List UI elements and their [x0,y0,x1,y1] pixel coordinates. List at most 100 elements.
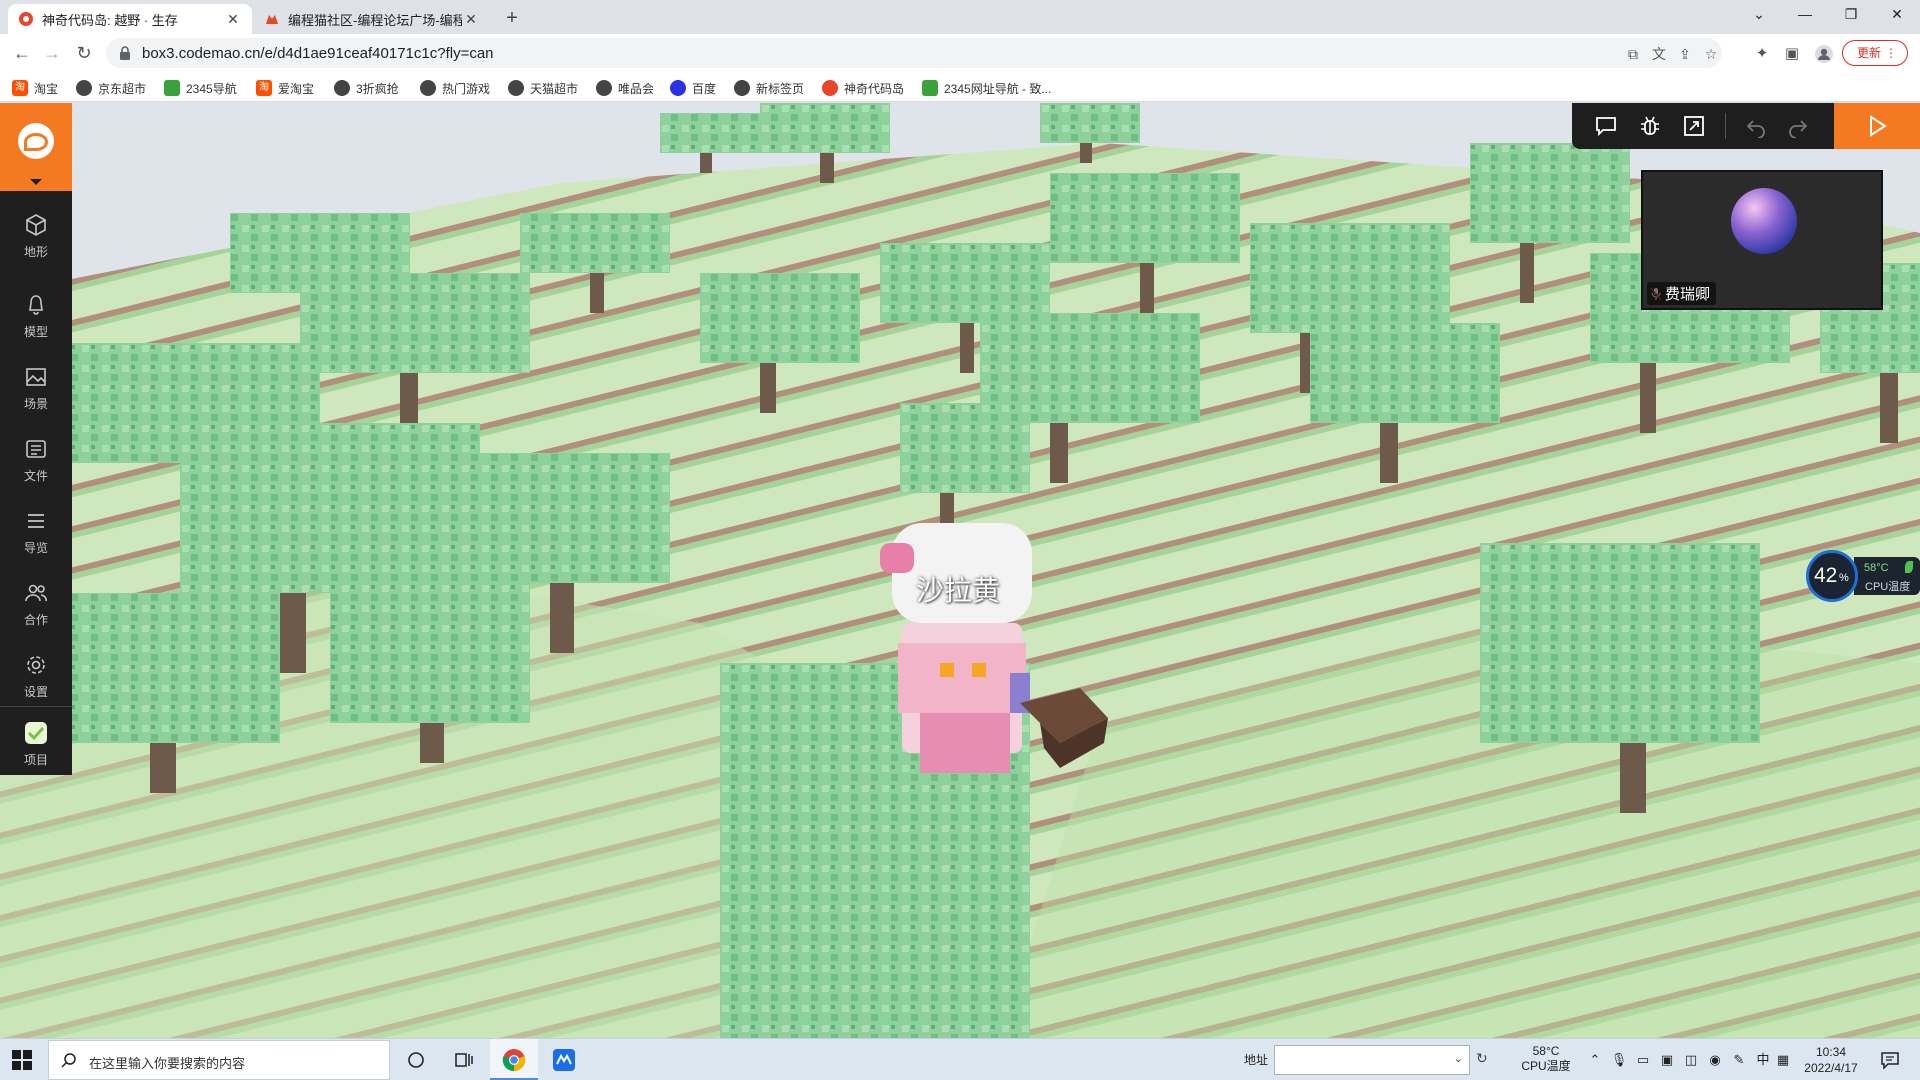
bookmark-star-icon[interactable]: ☆ [1702,45,1720,63]
notification-center-icon[interactable] [1880,1050,1900,1070]
chrome-icon [502,1049,526,1072]
rail-item-terrain[interactable]: 地形 [0,203,72,269]
cpu-temp: 58°C [1864,562,1889,574]
taobao-icon: 淘 [256,80,272,96]
rail-item-settings[interactable]: 设置 [0,643,72,709]
chevron-down-icon[interactable]: ⌄ [1454,1052,1463,1065]
codemao-logo-button[interactable] [0,103,72,191]
reload-icon[interactable]: ↻ [72,41,96,65]
bug-icon[interactable] [1638,114,1662,138]
bookmark-taobao[interactable]: 淘淘宝 [12,79,58,97]
rail-item-project[interactable]: 项目 [0,711,72,777]
address-toolbar-input[interactable]: ⌄ [1274,1045,1470,1075]
taskbar-app-chrome[interactable] [490,1039,538,1080]
taskbar-search-input[interactable]: 在这里输入你要搜索的内容 [48,1040,390,1080]
bookmark-3zhe[interactable]: 3折疯抢 [334,79,399,97]
refresh-icon[interactable]: ↻ [1476,1050,1488,1067]
taskbar-app-meeting[interactable] [540,1039,588,1080]
tab-codemao-community[interactable]: 编程猫社区-编程论坛广场-编程学 ✕ [254,4,490,34]
bookmark-label: 京东超市 [98,81,147,96]
side-panel-icon[interactable]: ▣ [1782,44,1802,64]
browser-toolbar: ← → ↻ box3.codemao.cn/e/d4d1ae91ceaf4017… [0,34,1920,72]
display-icon[interactable]: ▭ [1634,1051,1652,1069]
bookmark-baidu[interactable]: 百度 [670,79,716,97]
video-call-tile[interactable]: 费瑞卿 [1641,170,1883,310]
bookmark-label: 唯品会 [618,81,655,96]
address-bar[interactable]: box3.codemao.cn/e/d4d1ae91ceaf40171c1c?f… [106,38,1722,68]
bookmark-2345-nav[interactable]: 2345网址导航 - 致... [922,79,1051,97]
leaf-icon [1905,561,1913,573]
new-tab-button[interactable]: + [498,6,526,32]
undo-icon[interactable] [1744,114,1768,138]
rail-divider [0,706,72,707]
bookmark-jd[interactable]: 京东超市 [76,79,146,97]
update-button[interactable]: 更新 ⋮ [1842,40,1908,66]
rail-item-model[interactable]: 模型 [0,283,72,349]
share-icon[interactable]: ⇪ [1676,45,1694,63]
rail-item-collab[interactable]: 合作 [0,571,72,637]
keyboard-grid-icon[interactable]: ▦ [1774,1051,1792,1069]
shield-icon[interactable]: ◉ [1706,1051,1724,1069]
tab-search-chevron-icon[interactable]: ⌄ [1736,0,1782,30]
2345-house-icon [922,80,938,96]
translate-icon[interactable]: 文 [1650,45,1668,63]
windows-start-icon[interactable] [12,1050,32,1070]
open-in-app-icon[interactable]: ⧉ [1624,45,1642,63]
pen-icon[interactable]: ✎ [1730,1051,1748,1069]
close-window-button[interactable]: ✕ [1874,0,1920,30]
chat-bubble-icon[interactable] [1594,114,1618,138]
camera-icon[interactable]: ▣ [1658,1051,1676,1069]
cortana-circle-icon [408,1052,424,1068]
run-button[interactable] [1834,103,1920,149]
video-user-name: 费瑞卿 [1647,282,1717,305]
tab-codemao-island[interactable]: 神奇代码岛: 越野 · 生存 ✕ [8,4,252,34]
extensions-puzzle-icon[interactable]: ✦ [1752,44,1772,64]
bookmark-newtab[interactable]: 新标签页 [734,79,804,97]
bookmark-2345[interactable]: 2345导航 [164,79,237,97]
cpu-percent: 42 [1814,564,1838,587]
redo-icon[interactable] [1786,114,1810,138]
cpu-temp-label: CPU温度 [1865,581,1911,593]
rail-item-file[interactable]: 文件 [0,427,72,493]
bookmark-games[interactable]: 热门游戏 [420,79,490,97]
microphone-icon[interactable]: 🎙 [1610,1051,1628,1069]
character-name-tag: 沙拉黄 [916,575,1001,606]
bookmark-label: 2345导航 [186,81,237,96]
users-icon [25,584,47,602]
player-character[interactable] [880,523,1032,773]
bookmark-tmall[interactable]: 天猫超市 [508,79,578,97]
network-icon[interactable]: ◫ [1682,1051,1700,1069]
bookmarks-bar: 淘淘宝 京东超市 2345导航 淘爱淘宝 3折疯抢 热门游戏 天猫超市 唯品会 … [0,72,1920,102]
back-arrow-icon[interactable]: ← [10,41,34,65]
system-clock[interactable]: 10:34 2022/4/17 [1792,1044,1870,1076]
tray-cpu-temp[interactable]: 58°C CPU温度 [1520,1044,1572,1074]
chevron-down-icon [30,179,42,185]
task-view-icon [455,1053,473,1067]
close-tab-icon[interactable]: ✕ [224,11,242,28]
rail-item-scene[interactable]: 场景 [0,355,72,421]
bookmark-label: 热门游戏 [442,81,491,96]
bookmark-codemao-island[interactable]: 神奇代码岛 [822,79,904,97]
ime-indicator[interactable]: 中 [1754,1051,1772,1069]
cortana-button[interactable] [392,1039,440,1080]
rail-item-navigator[interactable]: 导览 [0,499,72,565]
update-label: 更新 [1857,46,1882,60]
avatar [1731,188,1797,254]
close-tab-icon[interactable]: ✕ [462,11,480,28]
expand-icon[interactable] [1682,114,1706,138]
tray-expand-chevron-icon[interactable]: ⌃ [1586,1051,1604,1069]
bookmark-aitaobao[interactable]: 淘爱淘宝 [256,79,314,97]
logo-swirl [24,133,48,151]
task-view-button[interactable] [440,1039,488,1080]
forward-arrow-icon[interactable]: → [40,41,64,65]
minimize-button[interactable]: — [1782,0,1828,30]
profile-avatar-icon[interactable] [1814,44,1834,64]
island-favicon-icon [822,80,838,96]
clock-date: 2022/4/17 [1804,1061,1858,1075]
restore-button[interactable]: ❐ [1828,0,1874,30]
game-viewport[interactable]: 地形 模型 场景 文件 导览 合作 设置 项目 费瑞卿 42 % 58°C CP… [0,103,1920,1038]
cpu-monitor-widget[interactable]: 42 % 58°C CPU温度 [1806,550,1920,602]
bookmark-vip[interactable]: 唯品会 [596,79,654,97]
tray-cpu-temp-value: 58°C [1532,1044,1560,1058]
rail-label: 模型 [23,325,48,339]
